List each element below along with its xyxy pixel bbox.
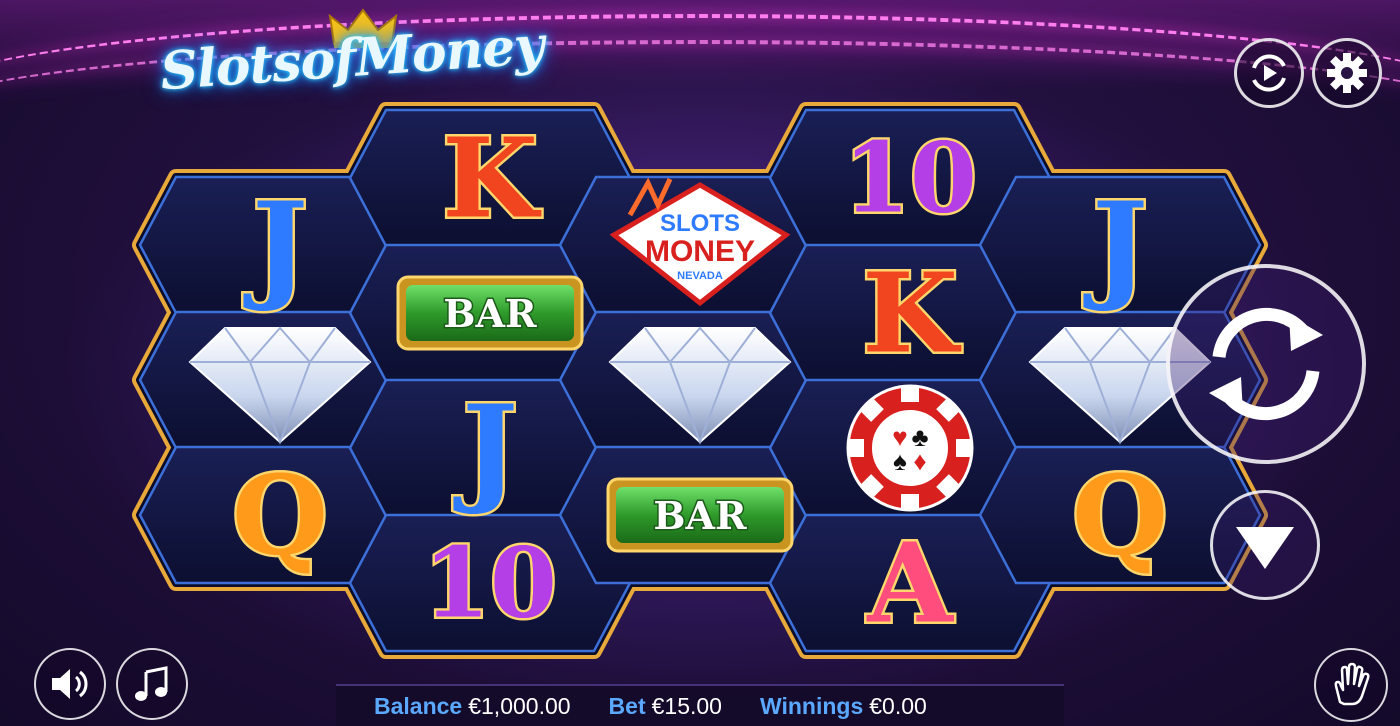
symbol-j-fill: J xyxy=(243,175,308,314)
bet-display: Bet €15.00 xyxy=(609,693,722,720)
bet-button[interactable] xyxy=(1210,490,1320,600)
bar-label: BAR xyxy=(653,493,747,538)
sound-button[interactable] xyxy=(34,648,106,720)
symbol-q-fill: Q xyxy=(232,451,328,580)
chip-stripe xyxy=(901,386,919,402)
chip-stripe xyxy=(956,439,972,457)
winnings-value: €0.00 xyxy=(869,692,927,719)
chip-center xyxy=(868,406,952,490)
sign-nevada-text: NEVADA xyxy=(677,270,723,282)
symbol-q-fill: Q xyxy=(1072,451,1168,580)
symbol-k-fill: K xyxy=(442,114,541,243)
casino-chip-symbol: ♥ ♣♠ ♦ xyxy=(846,384,974,512)
game-screen: J J Q Q K K BAR J J 10 10 SLOTS MONEY NEVADA BAR 10 10 K K… xyxy=(0,0,1400,726)
game-logo: SlotsofMoney xyxy=(150,8,570,128)
chip-stripe xyxy=(848,439,864,457)
music-button[interactable] xyxy=(116,648,188,720)
hand-icon xyxy=(1334,662,1370,706)
sign-money-text: MONEY xyxy=(645,235,755,268)
winnings-label: Winnings xyxy=(759,692,864,719)
spin-icon xyxy=(1209,307,1323,421)
symbol-ten-fill: 10 xyxy=(423,527,557,640)
music-note-icon xyxy=(135,666,168,701)
bar-label: BAR xyxy=(443,291,537,336)
spade-suit-icon: ♠ xyxy=(893,446,907,476)
settings-button[interactable] xyxy=(1312,38,1382,108)
diamond-suit-icon: ♦ xyxy=(913,446,926,476)
symbol-j-fill: J xyxy=(453,378,518,517)
symbol-ten-fill: 10 xyxy=(843,122,977,235)
spin-button[interactable] xyxy=(1166,264,1366,464)
logo-text: SlotsofMoney xyxy=(158,14,546,103)
symbol-j-fill: J xyxy=(1083,175,1148,314)
arrow-down-icon xyxy=(1236,527,1294,569)
bet-label: Bet xyxy=(608,692,646,719)
gear-icon xyxy=(1327,53,1367,93)
winnings-display: Winnings €0.00 xyxy=(760,693,927,720)
chip-stripe xyxy=(901,494,919,510)
sign-slots-text: SLOTS xyxy=(660,210,740,237)
balance-label: Balance xyxy=(374,692,463,719)
autoplay-button[interactable] xyxy=(1234,38,1304,108)
bar-symbol: BAR xyxy=(606,477,794,553)
balance-value: €1,000.00 xyxy=(468,692,571,719)
gesture-button[interactable] xyxy=(1314,648,1388,722)
info-bar: Balance €1,000.00 Bet €15.00 Winnings €0.00 xyxy=(336,684,1064,726)
speaker-icon xyxy=(52,669,88,699)
balance-display: Balance €1,000.00 xyxy=(374,693,571,720)
symbol-a-fill: A xyxy=(866,519,954,648)
autoplay-icon xyxy=(1252,54,1286,92)
symbol-k-fill: K xyxy=(862,249,961,378)
bar-symbol: BAR xyxy=(396,275,584,351)
bet-value: €15.00 xyxy=(651,692,722,719)
